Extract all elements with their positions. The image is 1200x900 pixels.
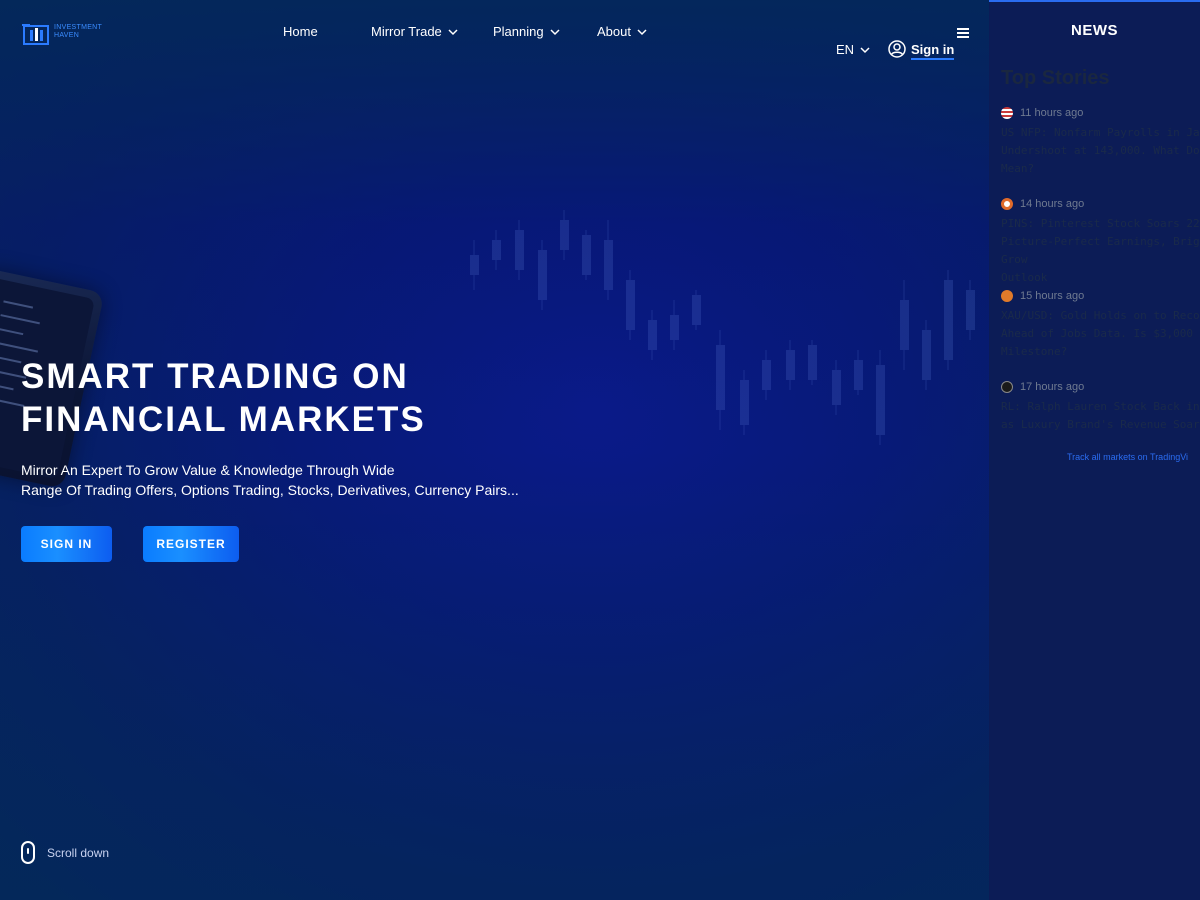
subtitle-line: Range Of Trading Offers, Options Trading…	[21, 482, 519, 498]
hero-subtitle: Mirror An Expert To Grow Value & Knowled…	[21, 460, 581, 500]
nav-item-mirror-trade[interactable]: Mirror Trade	[371, 24, 458, 39]
scroll-down-label: Scroll down	[47, 845, 110, 860]
nav-item-label: Home	[283, 24, 318, 39]
scroll-down-indicator[interactable]: Scroll down	[21, 841, 109, 864]
nav-item-about[interactable]: About	[597, 24, 647, 39]
story-headline: US NFP: Nonfarm Payrolls in January Unde…	[1001, 126, 1200, 175]
language-selector[interactable]: EN	[836, 42, 870, 57]
mouse-icon	[21, 841, 35, 864]
language-label: EN	[836, 42, 855, 57]
news-panel: NEWS Top Stories 11 hours ago US NFP: No…	[989, 0, 1200, 900]
nav-item-label: About	[597, 24, 631, 39]
news-story[interactable]: 11 hours ago US NFP: Nonfarm Payrolls in…	[1001, 106, 1200, 178]
pinterest-icon	[1001, 198, 1013, 210]
header-sign-in-link[interactable]: Sign in	[888, 40, 955, 61]
chevron-down-icon	[550, 27, 560, 37]
nav-item-planning[interactable]: Planning	[493, 24, 560, 39]
news-story[interactable]: 15 hours ago XAU/USD: Gold Holds on to R…	[1001, 289, 1200, 361]
news-story[interactable]: 14 hours ago PINS: Pinterest Stock Soars…	[1001, 197, 1200, 287]
track-markets-link[interactable]: Track all markets on TradingVi	[1067, 452, 1188, 462]
logo-mark-icon	[22, 20, 52, 46]
sign-in-button[interactable]: SIGN IN	[21, 526, 112, 562]
subtitle-line: Mirror An Expert To Grow Value & Knowled…	[21, 462, 395, 478]
nav-item-label: Planning	[493, 24, 544, 39]
site-logo[interactable]: INVESTMENT HAVEN	[22, 18, 102, 48]
hero-section: INVESTMENT HAVEN Home Mirror Trade Plann…	[0, 0, 989, 900]
headline-line: SMART TRADING ON	[21, 357, 409, 396]
user-icon	[888, 40, 906, 61]
chevron-down-icon	[860, 45, 870, 55]
hamburger-icon[interactable]	[957, 28, 969, 38]
story-headline: XAU/USD: Gold Holds on to Record G Ahead…	[1001, 309, 1200, 358]
nav-item-label: Mirror Trade	[371, 24, 442, 39]
nav-item-home[interactable]: Home	[283, 24, 318, 39]
gold-icon	[1001, 290, 1013, 302]
story-headline: PINS: Pinterest Stock Soars 22% on Pictu…	[1001, 217, 1200, 284]
news-title: NEWS	[1071, 22, 1118, 39]
headline-line: FINANCIAL MARKETS	[21, 400, 426, 439]
story-time: 17 hours ago	[1020, 381, 1085, 393]
story-time: 11 hours ago	[1020, 107, 1084, 119]
chevron-down-icon	[637, 27, 647, 37]
chevron-down-icon	[448, 27, 458, 37]
news-story[interactable]: 17 hours ago RL: Ralph Lauren Stock Back…	[1001, 380, 1200, 434]
story-headline: RL: Ralph Lauren Stock Back in Fashi as …	[1001, 400, 1200, 431]
sign-in-label: Sign in	[911, 42, 955, 60]
register-button[interactable]: REGISTER	[143, 526, 239, 562]
top-stories-heading: Top Stories	[1001, 67, 1110, 89]
logo-text: INVESTMENT HAVEN	[54, 24, 102, 39]
story-time: 15 hours ago	[1020, 290, 1085, 302]
us-flag-icon	[1001, 107, 1013, 119]
ralph-lauren-icon	[1001, 381, 1013, 393]
hero-headline: SMART TRADING ON FINANCIAL MARKETS	[21, 355, 621, 441]
story-time: 14 hours ago	[1020, 198, 1085, 210]
